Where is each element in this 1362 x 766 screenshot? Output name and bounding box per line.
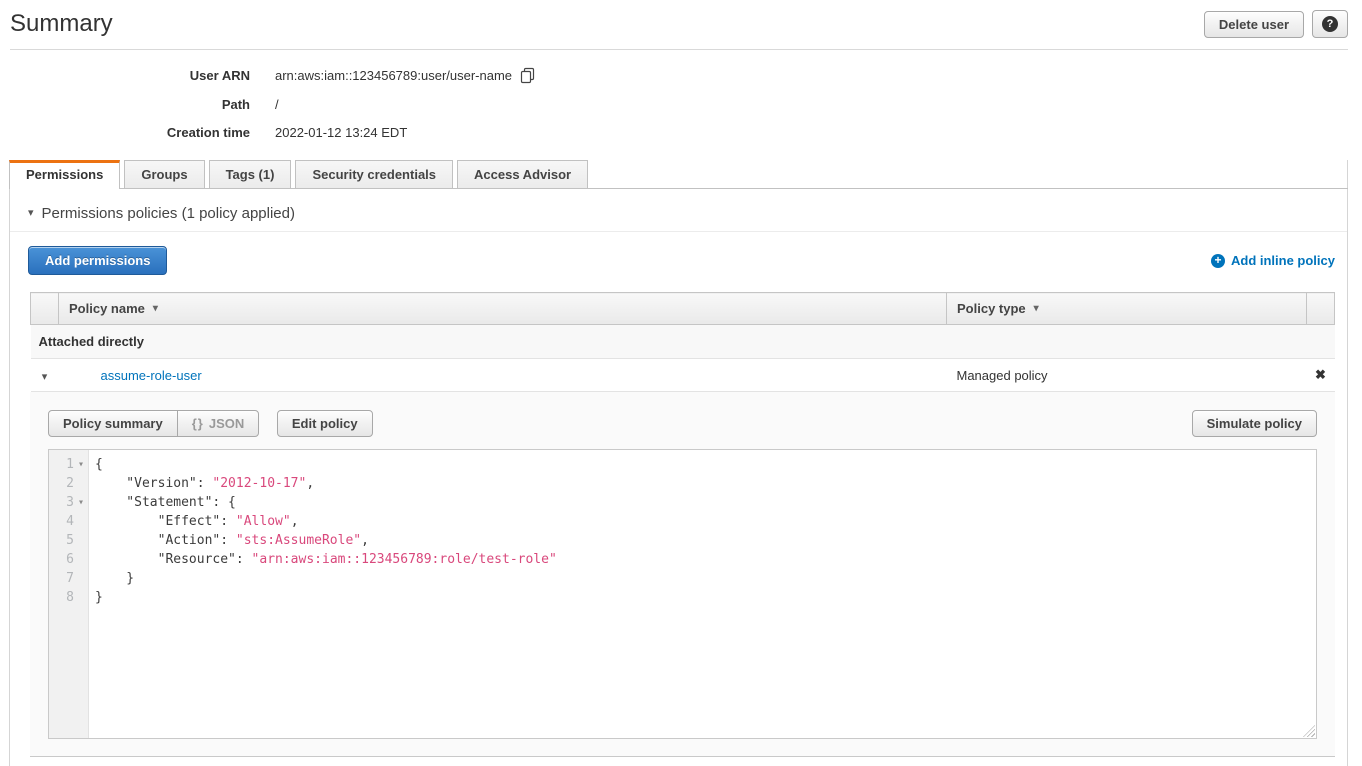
code-line: "Action": "sts:AssumeRole",: [95, 531, 1316, 550]
json-editor-lines: { "Version": "2012-10-17", "Statement": …: [89, 450, 1316, 738]
page-header: Summary Delete user ?: [10, 0, 1348, 50]
policy-view-buttons: Policy summary {} JSON Edit policy: [48, 410, 373, 437]
add-permissions-button[interactable]: Add permissions: [28, 246, 167, 275]
header-actions: Delete user ?: [1204, 10, 1348, 38]
gutter-line: 2▾: [49, 474, 88, 493]
policy-detail-toolbar: Policy summary {} JSON Edit policy Simul…: [48, 410, 1317, 437]
row-expand-toggle[interactable]: ▾: [31, 359, 59, 392]
add-inline-policy-label: Add inline policy: [1231, 253, 1335, 268]
fold-caret-icon[interactable]: ▾: [74, 493, 88, 512]
policy-type-cell: Managed policy: [947, 359, 1307, 392]
gutter-line: 4▾: [49, 512, 88, 531]
json-editor[interactable]: 1▾2▾3▾4▾5▾6▾7▾8▾ { "Version": "2012-10-1…: [48, 449, 1317, 739]
sort-caret-icon: ▾: [153, 303, 158, 314]
page-title: Summary: [10, 10, 113, 38]
tab-bar: Permissions Groups Tags (1) Security cre…: [9, 160, 1348, 189]
section-collapse-icon: ▾: [28, 208, 34, 219]
policy-table: Policy name ▾ Policy type ▾ Attac: [30, 292, 1335, 392]
add-inline-policy-link[interactable]: + Add inline policy: [1211, 253, 1335, 268]
field-row-path: Path /: [0, 97, 1362, 112]
tab-groups[interactable]: Groups: [124, 160, 204, 188]
json-view-button[interactable]: {} JSON: [177, 410, 260, 437]
delete-user-button[interactable]: Delete user: [1204, 11, 1304, 38]
creation-time-label: Creation time: [0, 125, 250, 140]
gutter-line: 5▾: [49, 531, 88, 550]
header-cell-remove: [1307, 293, 1335, 325]
user-arn-value: arn:aws:iam::123456789:user/user-name: [275, 67, 536, 84]
row-caret-icon: ▾: [42, 371, 48, 383]
code-line: }: [95, 569, 1316, 588]
policy-name-link[interactable]: assume-role-user: [101, 368, 202, 383]
code-line: "Statement": {: [95, 493, 1316, 512]
field-row-creation-time: Creation time 2022-01-12 13:24 EDT: [0, 125, 1362, 140]
code-line: }: [95, 588, 1316, 607]
gutter-line: 3▾: [49, 493, 88, 512]
tab-access-advisor[interactable]: Access Advisor: [457, 160, 588, 188]
copy-icon[interactable]: [520, 67, 536, 84]
fold-caret-icon[interactable]: ▾: [74, 455, 88, 474]
permissions-policies-header[interactable]: ▾ Permissions policies (1 policy applied…: [28, 205, 1347, 222]
section-divider: [10, 231, 1347, 232]
json-editor-gutter: 1▾2▾3▾4▾5▾6▾7▾8▾: [49, 450, 89, 738]
sort-caret-icon: ▾: [1034, 303, 1039, 314]
field-row-user-arn: User ARN arn:aws:iam::123456789:user/use…: [0, 67, 1362, 84]
policy-name-header-label: Policy name: [69, 301, 145, 316]
column-header-policy-type[interactable]: Policy type ▾: [947, 293, 1307, 325]
user-arn-text: arn:aws:iam::123456789:user/user-name: [275, 68, 512, 83]
gutter-line: 1▾: [49, 455, 88, 474]
remove-policy-icon[interactable]: ✖: [1315, 367, 1326, 382]
code-line: "Version": "2012-10-17",: [95, 474, 1316, 493]
policy-name-cell: assume-role-user: [59, 359, 947, 392]
permissions-policies-title: Permissions policies (1 policy applied): [42, 205, 295, 222]
help-button[interactable]: ?: [1312, 10, 1348, 38]
code-line: {: [95, 455, 1316, 474]
tab-permissions[interactable]: Permissions: [9, 160, 120, 189]
gutter-line: 8▾: [49, 588, 88, 607]
gutter-line: 6▾: [49, 550, 88, 569]
group-row-attached-directly: Attached directly: [31, 325, 1335, 359]
simulate-policy-button[interactable]: Simulate policy: [1192, 410, 1317, 437]
policy-view-segmented-group: Policy summary {} JSON: [48, 410, 259, 437]
code-line: "Effect": "Allow",: [95, 512, 1316, 531]
policy-summary-button[interactable]: Policy summary: [48, 410, 178, 437]
json-button-label: JSON: [209, 416, 244, 431]
gutter-line: 7▾: [49, 569, 88, 588]
tab-security-credentials[interactable]: Security credentials: [295, 160, 453, 188]
path-value: /: [275, 97, 279, 112]
help-icon: ?: [1322, 16, 1338, 32]
plus-circle-icon: +: [1211, 254, 1225, 268]
code-line: "Resource": "arn:aws:iam::123456789:role…: [95, 550, 1316, 569]
policy-type-header-label: Policy type: [957, 301, 1026, 316]
expanded-policy-panel: Policy summary {} JSON Edit policy Simul…: [30, 392, 1335, 757]
user-info-section: User ARN arn:aws:iam::123456789:user/use…: [0, 50, 1362, 160]
column-header-policy-name[interactable]: Policy name ▾: [59, 293, 947, 325]
policy-actions-row: Add permissions + Add inline policy: [28, 246, 1335, 275]
braces-icon: {}: [192, 416, 204, 431]
remove-policy-cell: ✖: [1307, 359, 1335, 392]
content-frame: Permissions Groups Tags (1) Security cre…: [9, 160, 1348, 766]
tab-tags[interactable]: Tags (1): [209, 160, 292, 188]
table-row-policy: ▾ assume-role-user Managed policy ✖: [31, 359, 1335, 392]
edit-policy-button[interactable]: Edit policy: [277, 410, 373, 437]
path-label: Path: [0, 97, 250, 112]
user-arn-label: User ARN: [0, 68, 250, 83]
group-row-label: Attached directly: [31, 325, 1335, 359]
creation-time-value: 2022-01-12 13:24 EDT: [275, 125, 407, 140]
header-cell-expand: [31, 293, 59, 325]
